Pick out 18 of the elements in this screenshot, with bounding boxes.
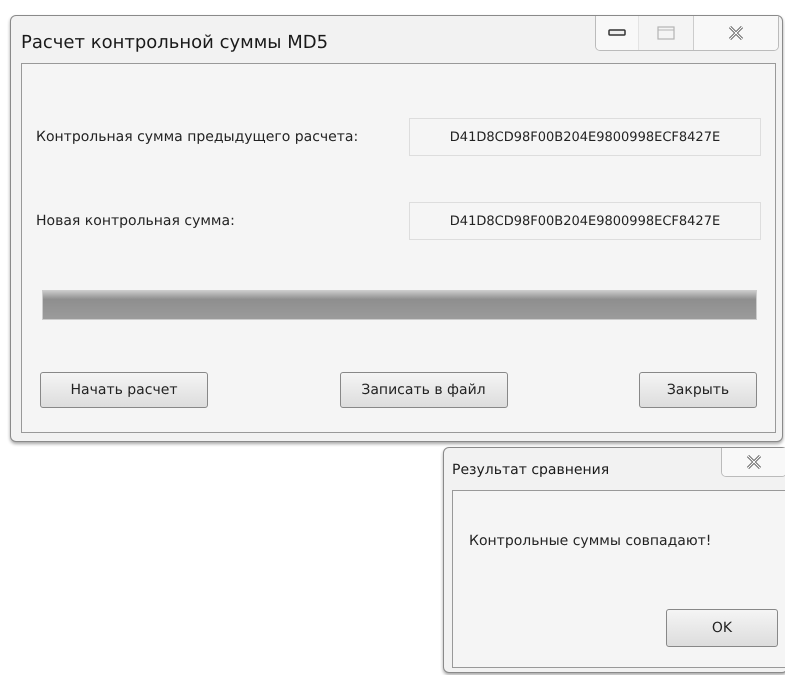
ok-button[interactable]: OK xyxy=(666,609,778,647)
checksum-field[interactable]: D41D8CD98F00B204E9800998ECF8427E xyxy=(409,118,761,156)
result-message: Контрольные суммы совпадают! xyxy=(469,533,712,549)
checksum-field[interactable]: D41D8CD98F00B204E9800998ECF8427E xyxy=(409,202,761,240)
field-label: Новая контрольная сумма: xyxy=(36,213,235,229)
dialog-button[interactable]: Начать расчет xyxy=(40,372,208,408)
close-icon xyxy=(746,454,762,470)
dialog-button[interactable]: Закрыть xyxy=(639,372,757,408)
close-icon xyxy=(728,25,744,41)
maximize-icon xyxy=(657,26,675,40)
window-title: Расчет контрольной суммы MD5 xyxy=(21,32,328,53)
minimize-icon xyxy=(608,29,626,37)
minimize-button[interactable] xyxy=(596,16,638,50)
close-button[interactable] xyxy=(693,16,778,50)
dialog-button[interactable]: Записать в файл xyxy=(340,372,508,408)
close-button[interactable] xyxy=(722,448,785,476)
field-label: Контрольная сумма предыдущего расчета: xyxy=(36,129,358,145)
dialog-title: Результат сравнения xyxy=(452,462,610,478)
